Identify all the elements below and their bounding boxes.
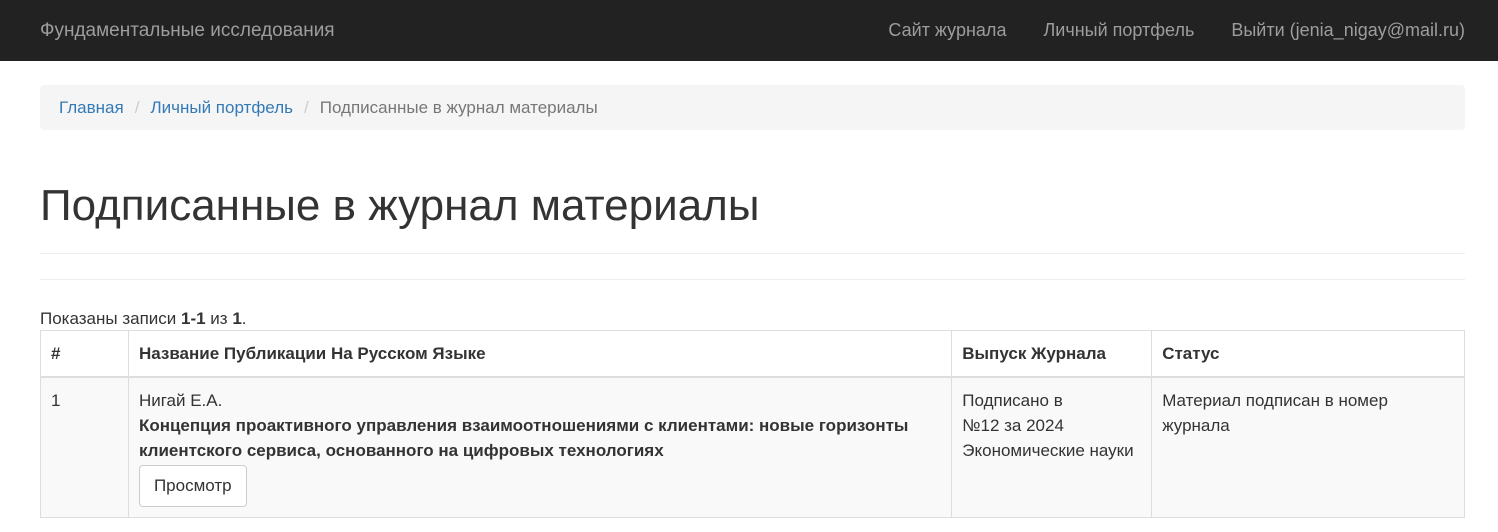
- summary-prefix: Показаны записи: [40, 309, 181, 328]
- brand-link[interactable]: Фундаментальные исследования: [40, 20, 335, 42]
- nav-logout-link[interactable]: Выйти (jenia_nigay@mail.ru): [1231, 20, 1465, 41]
- records-summary: Показаны записи 1-1 из 1.: [40, 307, 1465, 330]
- breadcrumb-portfolio-link[interactable]: Личный портфель: [150, 98, 293, 118]
- main-container: Главная / Личный портфель / Подписанные …: [0, 85, 1498, 518]
- title-divider: [40, 253, 1465, 254]
- summary-of: из: [205, 309, 233, 328]
- view-button[interactable]: Просмотр: [138, 464, 247, 507]
- breadcrumb-current: Подписанные в журнал материалы: [319, 97, 598, 117]
- column-header-issue[interactable]: Выпуск Журнала: [951, 330, 1153, 378]
- summary-total: 1: [232, 309, 242, 328]
- cell-number: 1: [40, 376, 129, 518]
- column-header-status[interactable]: Статус: [1151, 330, 1465, 378]
- summary-range: 1-1: [181, 309, 206, 328]
- column-header-title[interactable]: Название Публикации На Русском Языке: [127, 330, 953, 378]
- publication-authors: Нигай Е.А.: [138, 390, 223, 410]
- summary-suffix: .: [241, 309, 247, 328]
- breadcrumb-separator: /: [134, 97, 140, 117]
- publication-title: Концепция проактивного управления взаимо…: [138, 415, 909, 460]
- table-row: 1 Нигай Е.А. Концепция проактивного упра…: [40, 376, 1465, 518]
- breadcrumb: Главная / Личный портфель / Подписанные …: [40, 85, 1465, 130]
- breadcrumb-home-link[interactable]: Главная: [59, 98, 124, 118]
- top-navbar: Фундаментальные исследования Сайт журнал…: [0, 0, 1498, 61]
- nav-links: Сайт журнала Личный портфель Выйти (jeni…: [888, 20, 1465, 41]
- nav-portfolio-link[interactable]: Личный портфель: [1043, 20, 1194, 41]
- materials-table: # Название Публикации На Русском Языке В…: [40, 330, 1465, 518]
- breadcrumb-separator: /: [303, 97, 309, 117]
- nav-journal-site-link[interactable]: Сайт журнала: [888, 20, 1006, 41]
- issue-number: №12 за 2024: [962, 415, 1064, 435]
- cell-issue: Подписано в №12 за 2024 Экономические на…: [951, 376, 1153, 518]
- table-header-row: # Название Публикации На Русском Языке В…: [40, 330, 1465, 378]
- issue-section: Экономические науки: [962, 440, 1134, 460]
- cell-publication: Нигай Е.А. Концепция проактивного управл…: [127, 376, 953, 518]
- issue-signed-label: Подписано в: [962, 390, 1063, 410]
- column-header-number[interactable]: #: [40, 330, 129, 378]
- section-divider: [40, 279, 1465, 280]
- page-title: Подписанные в журнал материалы: [40, 181, 760, 230]
- cell-status: Материал подписан в номер журнала: [1151, 376, 1465, 518]
